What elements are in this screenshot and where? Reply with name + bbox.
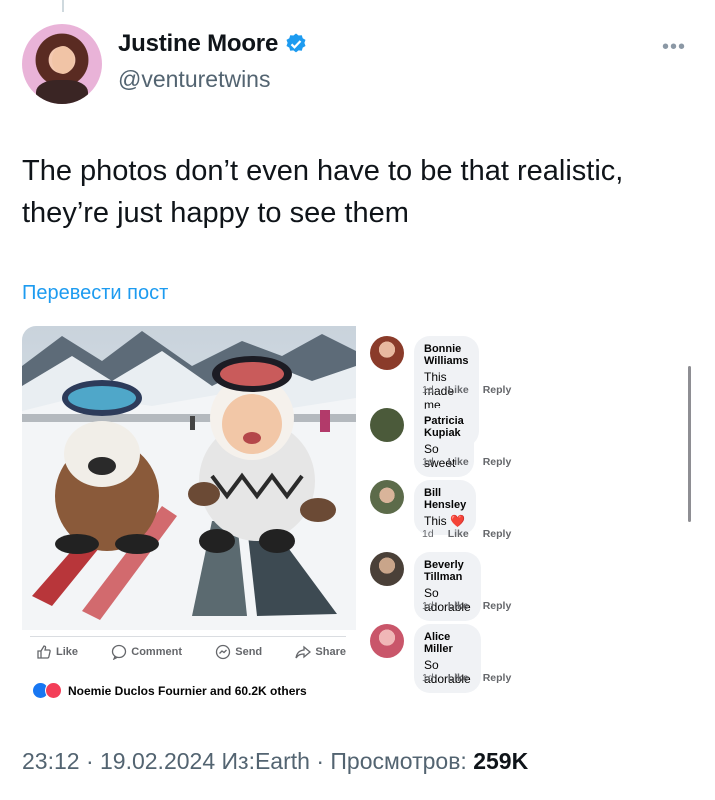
love-reaction-icon bbox=[45, 682, 62, 699]
comment-time: 1d bbox=[422, 384, 434, 396]
comment-author[interactable]: Alice Miller bbox=[424, 631, 471, 655]
fb-post-divider bbox=[30, 636, 346, 637]
comment-bubble-icon bbox=[112, 644, 127, 660]
comment-like-link[interactable]: Like bbox=[448, 528, 469, 540]
comment-avatar[interactable] bbox=[370, 336, 404, 370]
fb-reactions-summary[interactable]: Noemie Duclos Fournier and 60.2K others bbox=[32, 682, 307, 699]
comment-meta: 1d Like Reply bbox=[422, 384, 511, 396]
comment-reply-link[interactable]: Reply bbox=[483, 600, 512, 612]
comment-like-link[interactable]: Like bbox=[448, 600, 469, 612]
heart-emoji-icon: ❤️ bbox=[450, 514, 465, 528]
author-name[interactable]: Justine Moore bbox=[118, 30, 278, 58]
fb-share-button[interactable]: Share bbox=[295, 644, 346, 660]
comment-time: 1d bbox=[422, 600, 434, 612]
views-count: 259K bbox=[473, 748, 529, 774]
fb-like-label: Like bbox=[56, 646, 79, 658]
comment-meta: 1d Like Reply bbox=[422, 528, 511, 540]
author-avatar[interactable] bbox=[22, 24, 102, 104]
verified-badge-icon bbox=[286, 33, 306, 53]
author-name-row[interactable]: Justine Moore bbox=[118, 30, 308, 58]
comment-author[interactable]: Patricia Kupiak bbox=[424, 415, 464, 439]
comment-text: This ❤️ bbox=[424, 514, 465, 528]
scrollbar[interactable] bbox=[688, 366, 691, 522]
fb-comment-label: Comment bbox=[131, 646, 182, 658]
comment-time: 1d bbox=[422, 672, 434, 684]
comment-like-link[interactable]: Like bbox=[448, 456, 469, 468]
thumbs-up-icon bbox=[37, 645, 51, 659]
fb-send-button[interactable]: Send bbox=[215, 644, 262, 660]
ellipsis-icon[interactable]: ••• bbox=[662, 36, 686, 59]
comment-author[interactable]: Beverly Tillman bbox=[424, 559, 471, 583]
messenger-icon bbox=[216, 644, 231, 660]
comment-reply-link[interactable]: Reply bbox=[483, 528, 512, 540]
comment-avatar[interactable] bbox=[370, 480, 404, 514]
comment-time: 1d bbox=[422, 456, 434, 468]
timestamp-and-views[interactable]: 23:12 · 19.02.2024 Из:Earth · Просмотров… bbox=[22, 748, 473, 774]
fb-action-bar: Like Comment Send Share bbox=[36, 644, 346, 660]
comment-bubble: Bill Hensley This ❤️ bbox=[414, 480, 477, 535]
reactions-count-text: Noemie Duclos Fournier and 60.2K others bbox=[68, 683, 307, 698]
comment-avatar[interactable] bbox=[370, 552, 404, 586]
comment-time: 1d bbox=[422, 528, 434, 540]
comment-avatar[interactable] bbox=[370, 408, 404, 442]
tweet-meta-footer: 23:12 · 19.02.2024 Из:Earth · Просмотров… bbox=[22, 748, 528, 775]
comment-author[interactable]: Bill Hensley bbox=[424, 487, 466, 511]
thread-connector-line bbox=[62, 0, 64, 12]
post-photo[interactable] bbox=[22, 326, 356, 630]
comment-like-link[interactable]: Like bbox=[448, 672, 469, 684]
fb-like-button[interactable]: Like bbox=[36, 644, 78, 660]
share-arrow-icon bbox=[295, 645, 312, 659]
comment-meta: 1d Like Reply bbox=[422, 456, 511, 468]
tweet-text: The photos don’t even have to be that re… bbox=[22, 155, 624, 229]
comment-meta: 1d Like Reply bbox=[422, 672, 511, 684]
comment-like-link[interactable]: Like bbox=[448, 384, 469, 396]
comment-avatar[interactable] bbox=[370, 624, 404, 658]
fb-send-label: Send bbox=[235, 646, 263, 658]
fb-comment-button[interactable]: Comment bbox=[111, 644, 182, 660]
translate-post-link[interactable]: Перевести пост bbox=[22, 282, 168, 305]
comment-meta: 1d Like Reply bbox=[422, 600, 511, 612]
comment-author[interactable]: Bonnie Williams bbox=[424, 343, 469, 367]
reaction-icons bbox=[32, 682, 62, 699]
comment-reply-link[interactable]: Reply bbox=[483, 672, 512, 684]
ai-snowboard-baby-dog-image bbox=[22, 326, 356, 630]
comment-reply-link[interactable]: Reply bbox=[483, 384, 512, 396]
author-handle[interactable]: @venturetwins bbox=[118, 66, 270, 93]
comment-reply-link[interactable]: Reply bbox=[483, 456, 512, 468]
fb-share-label: Share bbox=[315, 646, 346, 658]
